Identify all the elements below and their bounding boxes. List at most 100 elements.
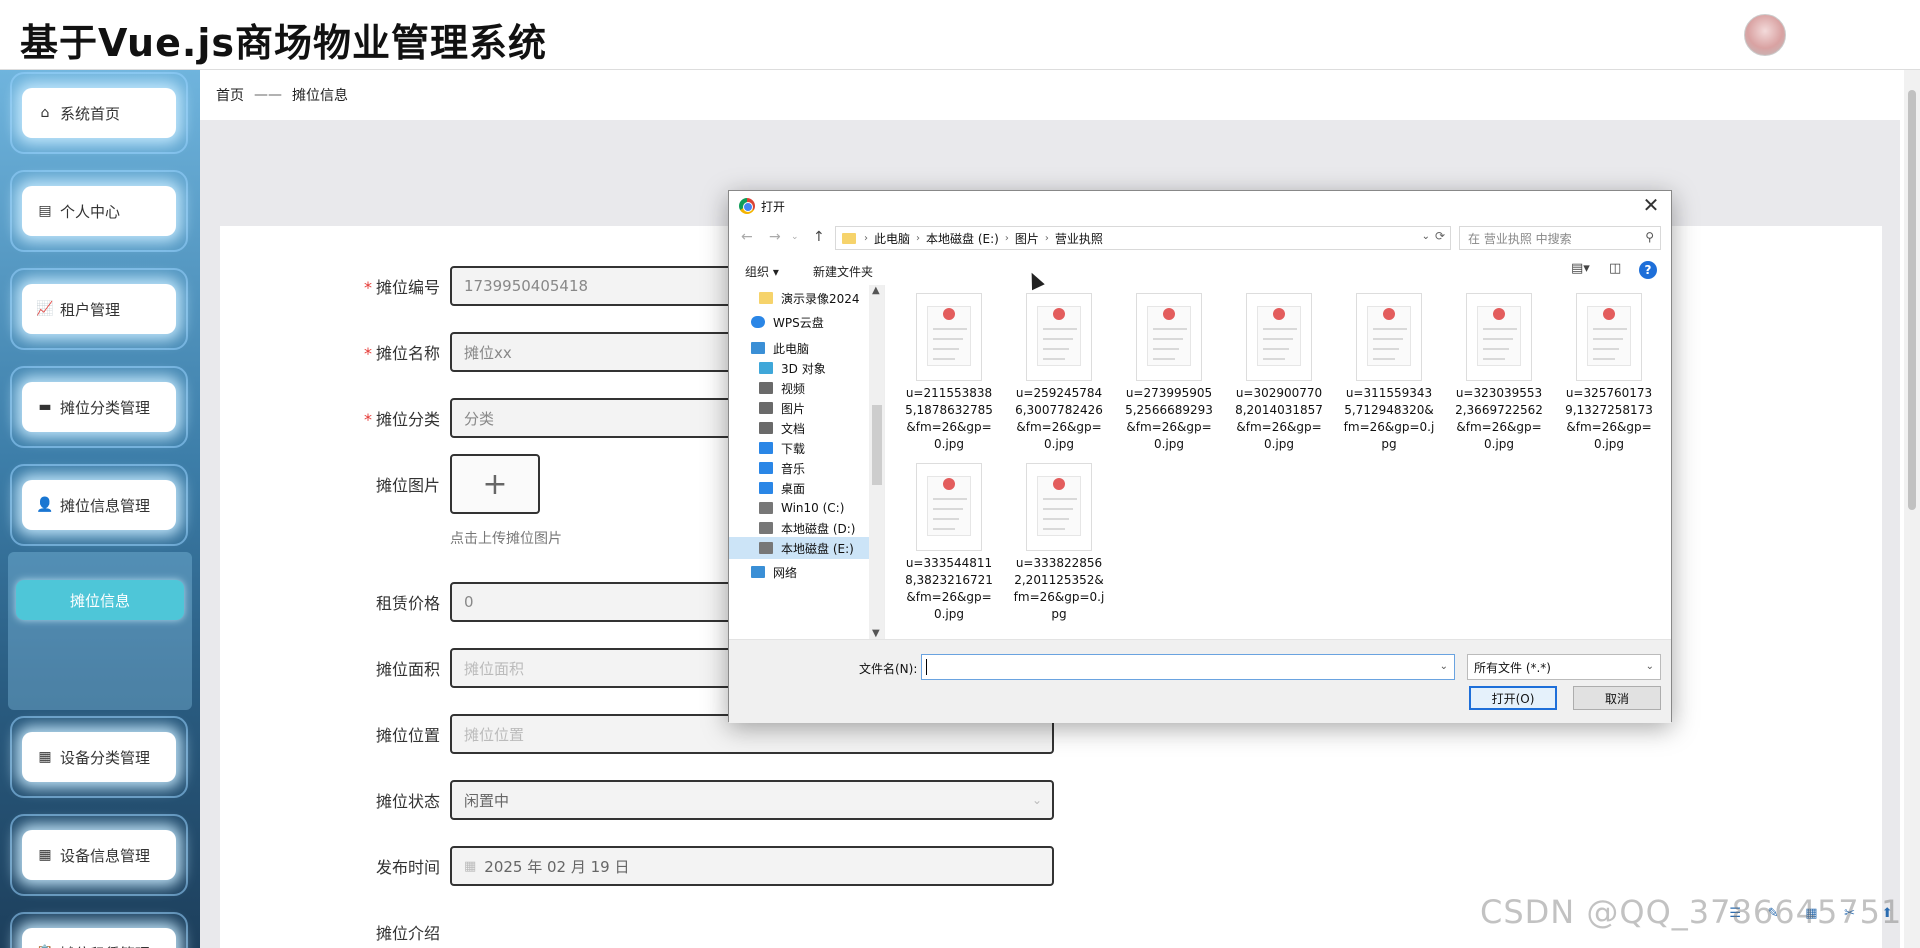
tree-item[interactable]: 桌面	[729, 477, 869, 499]
sidebar-subitem-stall-info[interactable]: 摊位信息	[16, 580, 184, 620]
watermark: CSDN @QQ_3786645751	[1480, 893, 1903, 931]
pc-icon	[751, 342, 765, 354]
path-segment[interactable]: 本地磁盘 (E:)	[926, 230, 999, 247]
filetype-select[interactable]: 所有文件 (*.*) ⌄	[1467, 654, 1661, 680]
tree-item[interactable]: Win10 (C:)	[729, 497, 869, 519]
sidebar-item[interactable]: ⌂ 系统首页	[22, 88, 176, 138]
tree-scrollbar[interactable]: ▲ ▼	[869, 285, 884, 639]
folder-search-input[interactable]: 在 营业执照 中搜索 ⚲	[1459, 226, 1661, 250]
tree-item[interactable]: 视频	[729, 377, 869, 399]
organize-menu[interactable]: 组织 ▾	[745, 263, 779, 280]
thumbnail-text-line	[1263, 328, 1297, 330]
back-arrow-icon[interactable]: ←	[741, 229, 753, 245]
sidebar-item-frame: ▦ 设备信息管理	[10, 814, 188, 896]
scroll-down-icon[interactable]: ▼	[872, 628, 880, 639]
file-item[interactable]: u=2592457846,3007782426&fm=26&gp=0.jpg	[1011, 287, 1107, 457]
id-card-icon: ▤	[38, 203, 52, 219]
file-item[interactable]: u=2115538385,1878632785&fm=26&gp=0.jpg	[901, 287, 997, 457]
music-icon	[759, 462, 773, 474]
file-item[interactable]: u=3335448118,3823216721&fm=26&gp=0.jpg	[901, 457, 997, 627]
tree-item[interactable]: 3D 对象	[729, 357, 869, 379]
file-item[interactable]: u=3029007708,2014031857&fm=26&gp=0.jpg	[1231, 287, 1327, 457]
thumbnail-text-line	[1153, 348, 1179, 350]
cancel-button[interactable]: 取消	[1573, 686, 1661, 710]
sidebar-item-frame: 📋 摊位租赁管理	[10, 912, 188, 948]
publish-time-picker[interactable]: ▦ 2025 年 02 月 19 日	[450, 846, 1054, 886]
path-segment[interactable]: 此电脑	[874, 230, 910, 247]
publish-time-value: 2025 年 02 月 19 日	[484, 857, 630, 876]
view-options-icon[interactable]: ▤▾	[1571, 261, 1590, 276]
tree-item-label: 桌面	[781, 481, 806, 496]
sidebar-item-label: 系统首页	[60, 104, 121, 123]
avatar[interactable]	[1744, 14, 1786, 56]
tree-scrollbar-thumb[interactable]	[872, 405, 882, 485]
stall-no-label: * 摊位编号	[363, 278, 440, 297]
file-name: u=2739959055,2566689293&fm=26&gp=0.jpg	[1125, 386, 1213, 451]
breadcrumb-home[interactable]: 首页	[216, 85, 244, 105]
stall-status-value: 闲置中	[464, 791, 510, 810]
file-item[interactable]: u=3230395532,3669722562&fm=26&gp=0.jpg	[1451, 287, 1547, 457]
thumbnail-text-line	[1593, 328, 1627, 330]
close-icon[interactable]: ✕	[1639, 193, 1663, 217]
sidebar-item-label: 设备分类管理	[60, 748, 151, 767]
sidebar-item[interactable]: 📋 摊位租赁管理	[22, 928, 176, 948]
image-upload-button[interactable]: +	[450, 454, 540, 514]
tree-item[interactable]: 本地磁盘 (D:)	[729, 517, 869, 539]
scroll-up-icon[interactable]: ▲	[872, 285, 880, 296]
thumbnail-text-line	[1043, 528, 1065, 530]
tree-item[interactable]: 音乐	[729, 457, 869, 479]
chevron-down-icon[interactable]: ⌄	[1440, 661, 1448, 672]
refresh-icon[interactable]: ⟳	[1435, 229, 1445, 243]
sidebar-item[interactable]: ▦ 设备信息管理	[22, 830, 176, 880]
folder-icon	[842, 232, 856, 244]
tree-item[interactable]: 下载	[729, 437, 869, 459]
file-item[interactable]: u=3257601739,1327258173&fm=26&gp=0.jpg	[1561, 287, 1657, 457]
stall-status-select[interactable]: 闲置中 ⌄	[450, 780, 1054, 820]
preview-pane-icon[interactable]: ◫	[1609, 261, 1621, 276]
new-folder-button[interactable]: 新建文件夹	[813, 263, 873, 280]
tree-item[interactable]: 文档	[729, 417, 869, 439]
printer-icon: ▬	[38, 399, 52, 415]
stall-name-label: * 摊位名称	[363, 344, 440, 363]
help-icon[interactable]: ?	[1639, 261, 1657, 279]
sidebar-item[interactable]: ▬ 摊位分类管理	[22, 382, 176, 432]
dialog-footer: 文件名(N): ⌄ 所有文件 (*.*) ⌄ 打开(O) 取消	[729, 639, 1671, 723]
forward-arrow-icon[interactable]: →	[769, 229, 781, 245]
thumbnail-text-line	[933, 528, 955, 530]
path-segment[interactable]: 图片	[1015, 230, 1039, 247]
up-arrow-icon[interactable]: ↑	[813, 229, 825, 245]
recent-dropdown-icon[interactable]: ⌄	[791, 232, 799, 242]
file-item[interactable]: u=3115593435,712948320&fm=26&gp=0.jpg	[1341, 287, 1437, 457]
thumbnail-text-line	[933, 498, 967, 500]
tree-item[interactable]: 网络	[729, 561, 869, 583]
tree-item-label: 网络	[773, 565, 798, 580]
sidebar-item[interactable]: 📈 租户管理	[22, 284, 176, 334]
page-scrollbar[interactable]	[1904, 70, 1920, 948]
tree-item[interactable]: WPS云盘	[729, 311, 869, 333]
drive-icon	[759, 542, 773, 554]
open-button[interactable]: 打开(O)	[1469, 686, 1557, 710]
file-item[interactable]: u=3338228562,201125352&fm=26&gp=0.jpg	[1011, 457, 1107, 627]
tree-item[interactable]: 演示录像2024	[729, 287, 869, 309]
sidebar-item[interactable]: ▤ 个人中心	[22, 186, 176, 236]
sidebar-item[interactable]: ▦ 设备分类管理	[22, 732, 176, 782]
sidebar-item-frame: ▤ 个人中心	[10, 170, 188, 252]
tree-item[interactable]: 图片	[729, 397, 869, 419]
page-scrollbar-thumb[interactable]	[1908, 90, 1916, 510]
thumbnail-seal	[1053, 478, 1065, 490]
thumbnail-text-line	[933, 348, 959, 350]
chevron-down-icon[interactable]: ⌄	[1422, 231, 1430, 242]
address-bar[interactable]: › 此电脑 › 本地磁盘 (E:) › 图片 › 营业执照 ⌄	[835, 226, 1451, 250]
file-item[interactable]: u=2739959055,2566689293&fm=26&gp=0.jpg	[1121, 287, 1217, 457]
tree-item-label: 下载	[781, 441, 806, 456]
tree-item[interactable]: 此电脑	[729, 337, 869, 359]
filename-input[interactable]: ⌄	[921, 654, 1455, 680]
tree-item[interactable]: 本地磁盘 (E:)	[729, 537, 869, 559]
image-thumbnail	[1356, 293, 1422, 381]
sidebar-item[interactable]: 👤 摊位信息管理	[22, 480, 176, 530]
thumbnail-text-line	[1483, 358, 1505, 360]
breadcrumb-current: 摊位信息	[292, 88, 348, 104]
path-separator: ›	[1044, 232, 1049, 244]
search-placeholder: 在 营业执照 中搜索	[1468, 231, 1572, 246]
path-segment[interactable]: 营业执照	[1055, 230, 1103, 247]
